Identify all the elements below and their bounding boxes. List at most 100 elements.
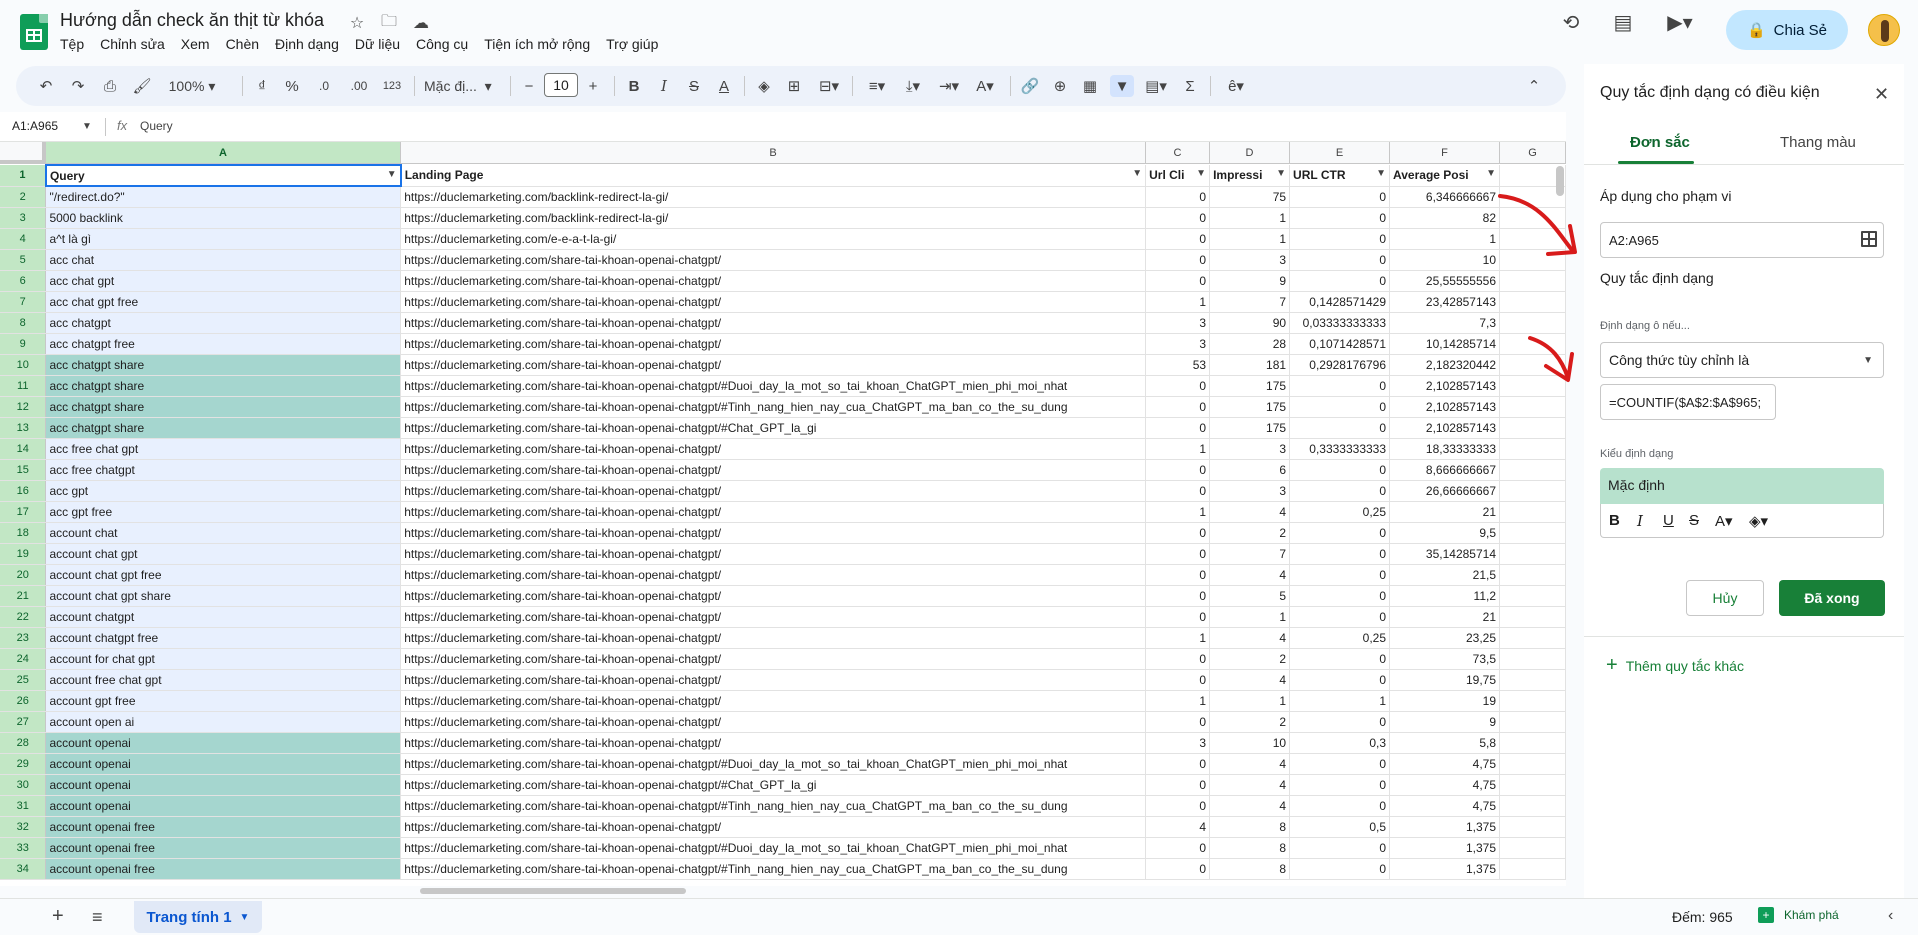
url-clicks-cell[interactable]: 0	[1145, 375, 1211, 397]
star-icon[interactable]: ☆	[346, 12, 368, 34]
impressions-cell[interactable]: 175	[1209, 375, 1291, 397]
url-ctr-cell[interactable]: 0,5	[1289, 816, 1391, 838]
url-clicks-cell[interactable]: 0	[1145, 207, 1211, 229]
landing-page-cell[interactable]: https://duclemarketing.com/share-tai-kho…	[400, 270, 1147, 292]
landing-page-cell[interactable]: https://duclemarketing.com/share-tai-kho…	[400, 312, 1147, 334]
row-header[interactable]: 29	[0, 753, 47, 775]
side-panel-toggle-icon[interactable]: ‹	[1888, 907, 1893, 925]
impressions-cell[interactable]: 4	[1209, 753, 1291, 775]
query-cell[interactable]: acc chatgpt share	[45, 375, 402, 397]
url-clicks-cell[interactable]: 0	[1145, 522, 1211, 544]
impressions-cell[interactable]: 2	[1209, 522, 1291, 544]
column-header-f[interactable]: F	[1390, 142, 1500, 164]
filter-toggle-icon[interactable]: ▼	[1196, 168, 1206, 179]
cell[interactable]	[1499, 774, 1566, 796]
cell[interactable]	[1499, 585, 1566, 607]
impressions-cell[interactable]: 7	[1209, 543, 1291, 565]
average-position-cell[interactable]: 26,66666667	[1389, 480, 1500, 502]
query-cell[interactable]: account for chat gpt	[45, 648, 402, 670]
impressions-cell[interactable]: 75	[1209, 186, 1291, 208]
cell[interactable]	[1499, 228, 1566, 250]
url-clicks-cell[interactable]: 1	[1145, 291, 1211, 313]
url-clicks-cell[interactable]: 0	[1145, 711, 1211, 733]
average-position-cell[interactable]: 21	[1389, 501, 1500, 523]
cell[interactable]	[1499, 711, 1566, 733]
average-position-cell[interactable]: 1,375	[1389, 816, 1500, 838]
url-ctr-cell[interactable]: 0	[1289, 858, 1391, 880]
impressions-cell[interactable]: 175	[1209, 396, 1291, 418]
row-header[interactable]: 12	[0, 396, 47, 418]
column-header-g[interactable]: G	[1500, 142, 1566, 164]
impressions-cell[interactable]: 4	[1209, 627, 1291, 649]
impressions-cell[interactable]: 4	[1209, 669, 1291, 691]
fill-color-icon[interactable]: ◈▾	[1749, 512, 1768, 530]
spreadsheet-grid[interactable]: A B C D E F G 1 Query ▼ Landing Page ▼ Url…	[0, 142, 1566, 886]
average-position-cell[interactable]: 73,5	[1389, 648, 1500, 670]
header-cell-url-ctr[interactable]: URL CTR ▼	[1289, 165, 1391, 187]
impressions-cell[interactable]: 10	[1209, 732, 1291, 754]
landing-page-cell[interactable]: https://duclemarketing.com/share-tai-kho…	[400, 438, 1147, 460]
url-ctr-cell[interactable]: 0	[1289, 585, 1391, 607]
query-cell[interactable]: account chatgpt	[45, 606, 402, 628]
increase-decimal-button[interactable]: .00	[346, 75, 372, 97]
row-header[interactable]: 17	[0, 501, 47, 523]
average-position-cell[interactable]: 19,75	[1389, 669, 1500, 691]
header-cell-query[interactable]: Query ▼	[44, 164, 402, 187]
url-clicks-cell[interactable]: 0	[1145, 186, 1211, 208]
average-position-cell[interactable]: 7,3	[1389, 312, 1500, 334]
text-rotation-icon[interactable]: A▾	[970, 75, 1000, 97]
row-header[interactable]: 6	[0, 270, 47, 292]
add-rule-button[interactable]: + Thêm quy tắc khác	[1606, 654, 1744, 677]
landing-page-cell[interactable]: https://duclemarketing.com/share-tai-kho…	[400, 396, 1147, 418]
url-ctr-cell[interactable]: 0	[1289, 417, 1391, 439]
undo-icon[interactable]: ↶	[36, 75, 56, 97]
url-ctr-cell[interactable]: 0	[1289, 837, 1391, 859]
impressions-cell[interactable]: 4	[1209, 564, 1291, 586]
impressions-cell[interactable]: 9	[1209, 270, 1291, 292]
menu-view[interactable]: Xem	[173, 36, 218, 52]
landing-page-cell[interactable]: https://duclemarketing.com/backlink-redi…	[400, 186, 1147, 208]
bold-icon[interactable]: B	[624, 75, 644, 97]
landing-page-cell[interactable]: https://duclemarketing.com/share-tai-kho…	[400, 774, 1147, 796]
row-header[interactable]: 22	[0, 606, 47, 628]
average-position-cell[interactable]: 1,375	[1389, 837, 1500, 859]
done-button[interactable]: Đã xong	[1779, 580, 1885, 616]
filter-views-icon[interactable]: ▤▾	[1140, 75, 1172, 97]
row-header[interactable]: 10	[0, 354, 47, 376]
row-header[interactable]: 26	[0, 690, 47, 712]
explore-button[interactable]: + Khám phá	[1758, 907, 1839, 923]
count-status[interactable]: Đếm: 965	[1672, 909, 1733, 925]
row-header[interactable]: 3	[0, 207, 47, 229]
url-ctr-cell[interactable]: 0,2928176796	[1289, 354, 1391, 376]
query-cell[interactable]: account openai free	[45, 837, 402, 859]
landing-page-cell[interactable]: https://duclemarketing.com/share-tai-kho…	[400, 354, 1147, 376]
url-clicks-cell[interactable]: 0	[1145, 417, 1211, 439]
row-header[interactable]: 16	[0, 480, 47, 502]
url-ctr-cell[interactable]: 0,1071428571	[1289, 333, 1391, 355]
cell[interactable]	[1499, 627, 1566, 649]
tab-color-scale[interactable]: Thang màu	[1780, 134, 1856, 151]
custom-formula-input[interactable]: =COUNTIF($A$2:$A$965;	[1600, 384, 1776, 420]
cell[interactable]	[1499, 690, 1566, 712]
url-ctr-cell[interactable]: 0	[1289, 228, 1391, 250]
decrease-decimal-button[interactable]: .0	[312, 75, 336, 97]
font-select[interactable]: Mặc đị... ▾	[424, 75, 506, 97]
paint-format-icon[interactable]: 🖌	[132, 75, 152, 97]
bold-icon[interactable]: B	[1609, 512, 1620, 529]
cell[interactable]	[1499, 333, 1566, 355]
cell[interactable]	[1499, 417, 1566, 439]
meet-video-icon[interactable]: ▶▾	[1660, 10, 1700, 36]
landing-page-cell[interactable]: https://duclemarketing.com/share-tai-kho…	[400, 606, 1147, 628]
query-cell[interactable]: account openai	[45, 732, 402, 754]
row-header[interactable]: 25	[0, 669, 47, 691]
row-header[interactable]: 18	[0, 522, 47, 544]
average-position-cell[interactable]: 4,75	[1389, 774, 1500, 796]
query-cell[interactable]: "/redirect.do?"	[45, 186, 402, 208]
cell[interactable]	[1499, 354, 1566, 376]
cell[interactable]	[1499, 522, 1566, 544]
cloud-status-icon[interactable]: ☁	[410, 12, 432, 34]
url-ctr-cell[interactable]: 0	[1289, 711, 1391, 733]
average-position-cell[interactable]: 18,33333333	[1389, 438, 1500, 460]
average-position-cell[interactable]: 21	[1389, 606, 1500, 628]
impressions-cell[interactable]: 3	[1209, 438, 1291, 460]
